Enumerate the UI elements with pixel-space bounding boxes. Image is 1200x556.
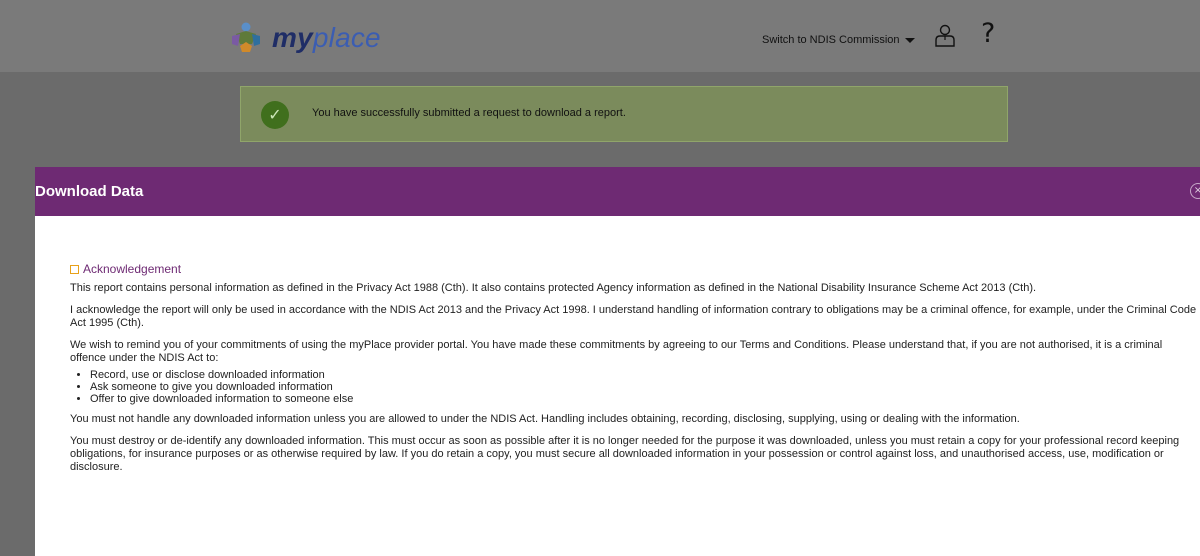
list-item: Offer to give downloaded information to … (90, 393, 1200, 405)
modal-body: Acknowledgement This report contains per… (70, 263, 1200, 483)
offence-list: Record, use or disclose downloaded infor… (70, 369, 1200, 405)
modal-title: Download Data (35, 183, 144, 200)
alert-message: You have successfully submitted a reques… (312, 107, 626, 119)
logo-mark-icon (232, 22, 260, 52)
switch-to-ndis-commission-dropdown[interactable]: Switch to NDIS Commission (762, 34, 915, 46)
close-icon[interactable]: × (1190, 183, 1200, 199)
acknowledgement-heading[interactable]: Acknowledgement (70, 263, 1200, 276)
paragraph-acknowledge: I acknowledge the report will only be us… (70, 304, 1197, 329)
acknowledgement-checkbox[interactable] (70, 265, 79, 274)
top-navigation-bar: myplace Switch to NDIS Commission ? (0, 0, 1200, 72)
logo-text-place: place (312, 22, 381, 53)
acknowledgement-label: Acknowledgement (83, 262, 182, 276)
check-circle-icon: ✓ (261, 101, 289, 129)
paragraph-commitments: We wish to remind you of your commitment… (70, 339, 1163, 364)
user-icon[interactable] (934, 24, 956, 48)
switch-link-label: Switch to NDIS Commission (762, 34, 900, 46)
caret-down-icon (904, 37, 915, 43)
help-icon[interactable]: ? (981, 18, 995, 49)
paragraph-destroy: You must destroy or de-identify any down… (70, 435, 1180, 473)
myplace-logo[interactable]: myplace (226, 20, 381, 56)
logo-text-my: my (272, 22, 313, 53)
download-data-modal: Download Data × Acknowledgement This rep… (35, 167, 1200, 556)
paragraph-handling: You must not handle any downloaded infor… (70, 413, 1020, 425)
success-alert: ✓ You have successfully submitted a requ… (240, 86, 1008, 142)
modal-header: Download Data × (35, 167, 1200, 216)
list-item: Ask someone to give you downloaded infor… (90, 381, 1200, 393)
page-background: myplace Switch to NDIS Commission ? ✓ Yo… (0, 0, 1200, 556)
paragraph-privacy: This report contains personal informatio… (70, 282, 1037, 294)
list-item: Record, use or disclose downloaded infor… (90, 369, 1200, 381)
